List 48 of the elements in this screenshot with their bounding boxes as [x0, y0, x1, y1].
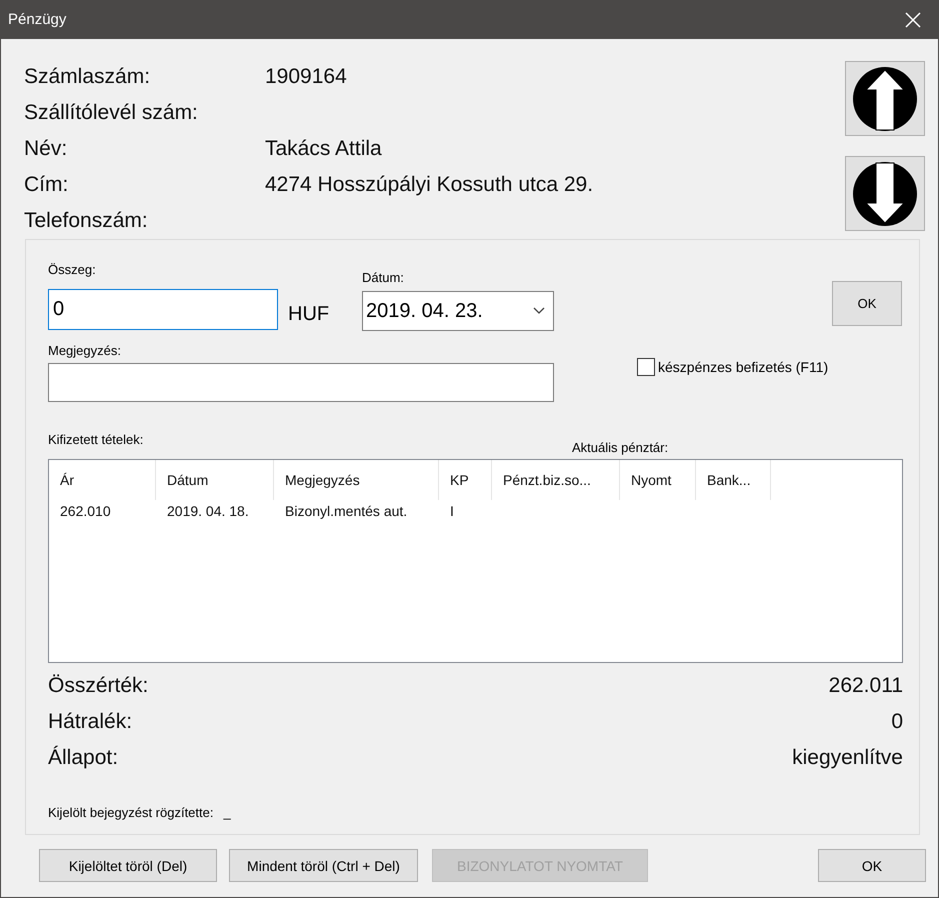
column-header[interactable]: Bank... — [696, 460, 771, 500]
close-button[interactable] — [904, 10, 922, 28]
summary-label: Állapot: — [48, 746, 120, 770]
chevron-icon — [533, 307, 545, 315]
field-label: Megjegyzés: — [48, 342, 122, 360]
window-title: Pénzügy — [8, 11, 66, 28]
table-cell-text: 262.010 — [59, 503, 112, 519]
summary-value: 262.011 — [828, 674, 903, 698]
action-button[interactable]: Mindent töröl (Ctrl + Del) — [229, 849, 418, 882]
field-value: Takács Attila — [265, 137, 383, 161]
column-header[interactable]: Megjegyzés — [274, 460, 439, 500]
field-value: 4274 Hosszúpályi Kossuth utca 29. — [265, 173, 594, 197]
summary-value: kiegyenlítve — [792, 746, 903, 770]
column-header[interactable]: Nyomt — [620, 460, 696, 500]
field-label: Összeg: — [48, 261, 97, 279]
previous-button[interactable] — [845, 61, 925, 136]
field-label: Dátum: — [362, 269, 405, 287]
column-header[interactable]: Ár — [49, 460, 156, 500]
field-value: 1909164 — [265, 65, 348, 89]
summary-label: Összérték: — [48, 674, 150, 698]
field-label: Cím: — [24, 173, 70, 197]
field-label: Telefonszám: — [24, 209, 149, 233]
summary-value: 0 — [890, 710, 903, 734]
column-header[interactable]: Pénzt.biz.so... — [492, 460, 620, 500]
summary-label: Hátralék: — [48, 710, 134, 734]
section-label: Aktuális pénztár: — [572, 439, 668, 457]
checkbox[interactable] — [637, 358, 655, 376]
column-header[interactable]: Dátum — [156, 460, 274, 500]
currency-label: HUF — [288, 302, 330, 326]
table-cell-text: Bizonyl.mentés aut. — [284, 503, 408, 519]
next-button[interactable] — [845, 156, 925, 231]
field-label: Számlaszám: — [24, 65, 152, 89]
section-label: Kifizetett tételek: — [48, 431, 144, 449]
action-button[interactable]: OK — [818, 849, 926, 882]
column-header[interactable]: KP — [439, 460, 492, 500]
ok-button[interactable]: OK — [832, 281, 902, 326]
field-label: Név: — [24, 137, 68, 161]
recorded-by-value: _ — [223, 804, 231, 820]
action-button[interactable]: Kijelöltet töröl (Del) — [39, 849, 217, 882]
field-label: Szállítólevél szám: — [24, 101, 199, 125]
table-cell-text: 2019. 04. 18. — [166, 503, 250, 519]
table-cell-text: I — [449, 503, 455, 519]
checkbox-label: készpénzes befizetés (F11) — [658, 359, 828, 375]
note-field[interactable] — [48, 363, 554, 402]
recorded-by-label: Kijelölt bejegyzést rögzítette: — [48, 804, 214, 820]
amount-field[interactable]: 0 — [48, 289, 278, 330]
close-icon — [904, 10, 922, 28]
date-dropdown[interactable]: 2019. 04. 23. — [362, 291, 554, 331]
